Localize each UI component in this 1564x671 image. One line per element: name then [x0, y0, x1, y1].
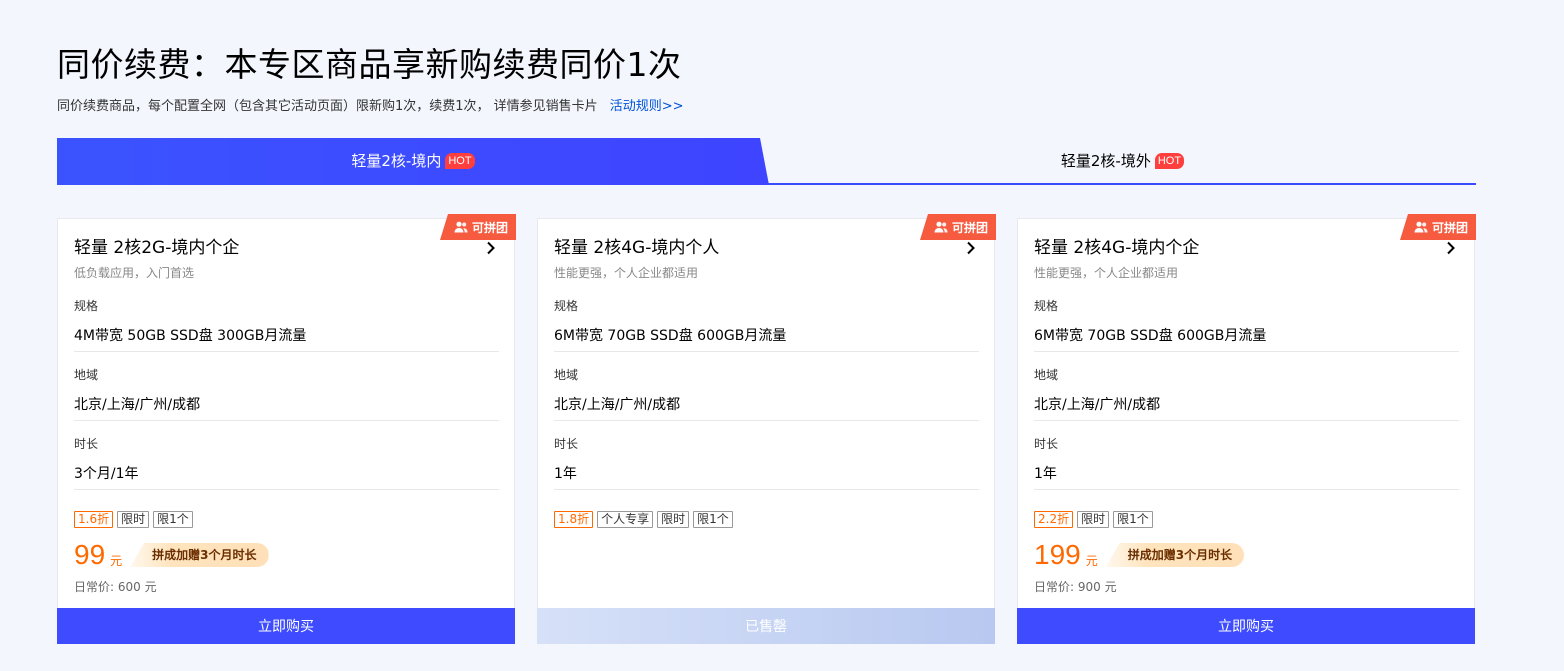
tab-light-2core-domestic[interactable]: 轻量2核-境内 HOT: [57, 138, 769, 183]
tab-light-2core-overseas[interactable]: 轻量2核-境外 HOT: [769, 138, 1476, 183]
tag-list: 2.2折 限时 限1个: [1034, 511, 1153, 528]
tag: 限1个: [153, 511, 193, 528]
region-value: 北京/上海/广州/成都: [554, 397, 681, 413]
price-row: 99 元 拼成加赠3个月时长: [74, 537, 269, 573]
product-card: 可拼团 轻量 2核4G-境内个人 性能更强，个人企业都适用 规格 6M带宽 70…: [537, 214, 996, 644]
spec-label: 规格: [554, 299, 579, 313]
price-row: 199 元 拼成加赠3个月时长: [1034, 537, 1245, 573]
discount-tag: 1.8折: [554, 511, 594, 528]
spec-label: 规格: [1034, 299, 1059, 313]
product-name: 轻量 2核2G-境内个企: [74, 238, 240, 258]
spec-field: 规格 6M带宽 70GB SSD盘 600GB月流量: [554, 289, 979, 352]
region-value: 北京/上海/广州/成都: [1034, 397, 1161, 413]
region-field: 地域 北京/上海/广州/成都: [554, 358, 979, 421]
chevron-right-icon[interactable]: [1446, 241, 1456, 255]
group-buy-label: 可拼团: [1431, 220, 1468, 235]
page-title: 同价续费：本专区商品享新购续费同价1次: [57, 45, 682, 84]
chevron-right-icon[interactable]: [966, 241, 976, 255]
promo-badge: 拼成加赠3个月时长: [1105, 543, 1245, 567]
product-card: 可拼团 轻量 2核4G-境内个企 性能更强，个人企业都适用 规格 6M带宽 70…: [1017, 214, 1476, 644]
product-subtitle: 性能更强，个人企业都适用: [554, 266, 699, 280]
tag: 限时: [657, 511, 690, 528]
duration-label: 时长: [1034, 437, 1059, 451]
tag-list: 1.6折 限时 限1个: [74, 511, 193, 528]
tag: 限时: [117, 511, 150, 528]
chevron-right-icon[interactable]: [486, 241, 496, 255]
region-label: 地域: [74, 368, 99, 382]
group-buy-label: 可拼团: [951, 220, 988, 235]
tab-label: 轻量2核-境外: [1060, 152, 1151, 170]
users-icon: [934, 221, 948, 233]
spec-value: 4M带宽 50GB SSD盘 300GB月流量: [74, 328, 307, 344]
group-buy-label: 可拼团: [471, 220, 508, 235]
description-text: 同价续费商品，每个配置全网（包含其它活动页面）限新购1次，续费1次， 详情参见销…: [57, 99, 598, 114]
duration-field: 时长 1年: [1034, 427, 1459, 490]
region-value: 北京/上海/广州/成都: [74, 397, 201, 413]
tab-bar: 轻量2核-境内 HOT 轻量2核-境外 HOT: [57, 138, 1476, 185]
section-description: 同价续费商品，每个配置全网（包含其它活动页面）限新购1次，续费1次， 详情参见销…: [57, 97, 683, 117]
duration-value: 1年: [1034, 466, 1057, 482]
duration-field: 时长 1年: [554, 427, 979, 490]
sold-out-button[interactable]: 已售罄: [537, 608, 995, 644]
users-icon: [1414, 221, 1428, 233]
region-label: 地域: [554, 368, 579, 382]
price-value: 99: [74, 539, 106, 570]
tag-list: 1.8折 个人专享 限时 限1个: [554, 511, 733, 528]
product-subtitle: 性能更强，个人企业都适用: [1034, 266, 1179, 280]
group-buy-badge: 可拼团: [1400, 214, 1476, 240]
regular-price: 日常价: 900 元: [1034, 580, 1117, 594]
product-subtitle: 低负载应用，入门首选: [74, 266, 195, 280]
product-name: 轻量 2核4G-境内个企: [1034, 238, 1200, 258]
duration-label: 时长: [74, 437, 99, 451]
buy-now-button[interactable]: 立即购买: [1017, 608, 1475, 644]
activity-rules-link[interactable]: 活动规则>>: [610, 99, 684, 114]
discount-tag: 1.6折: [74, 511, 114, 528]
price-unit: 元: [110, 553, 123, 568]
duration-field: 时长 3个月/1年: [74, 427, 499, 490]
spec-field: 规格 6M带宽 70GB SSD盘 600GB月流量: [1034, 289, 1459, 352]
promo-badge: 拼成加赠3个月时长: [130, 543, 269, 567]
region-field: 地域 北京/上海/广州/成都: [74, 358, 499, 421]
spec-label: 规格: [74, 299, 99, 313]
tag: 个人专享: [597, 511, 654, 528]
region-label: 地域: [1034, 368, 1059, 382]
tag: 限1个: [693, 511, 733, 528]
buy-now-button[interactable]: 立即购买: [57, 608, 515, 644]
spec-value: 6M带宽 70GB SSD盘 600GB月流量: [554, 328, 787, 344]
users-icon: [454, 221, 468, 233]
hot-badge: HOT: [445, 152, 475, 169]
price-unit: 元: [1085, 553, 1098, 568]
spec-field: 规格 4M带宽 50GB SSD盘 300GB月流量: [74, 289, 499, 352]
price-value: 199: [1034, 539, 1081, 570]
duration-value: 1年: [554, 466, 577, 482]
regular-price: 日常价: 600 元: [74, 580, 157, 594]
group-buy-badge: 可拼团: [440, 214, 516, 240]
hot-badge: HOT: [1154, 152, 1185, 169]
duration-label: 时长: [554, 437, 579, 451]
spec-value: 6M带宽 70GB SSD盘 600GB月流量: [1034, 328, 1267, 344]
group-buy-badge: 可拼团: [920, 214, 996, 240]
tag: 限1个: [1113, 511, 1153, 528]
product-card: 可拼团 轻量 2核2G-境内个企 低负载应用，入门首选 规格 4M带宽 50GB…: [57, 214, 516, 644]
region-field: 地域 北京/上海/广州/成都: [1034, 358, 1459, 421]
tag: 限时: [1077, 511, 1110, 528]
product-name: 轻量 2核4G-境内个人: [554, 238, 720, 258]
discount-tag: 2.2折: [1034, 511, 1074, 528]
tab-label: 轻量2核-境内: [351, 152, 442, 170]
duration-value: 3个月/1年: [74, 466, 139, 482]
